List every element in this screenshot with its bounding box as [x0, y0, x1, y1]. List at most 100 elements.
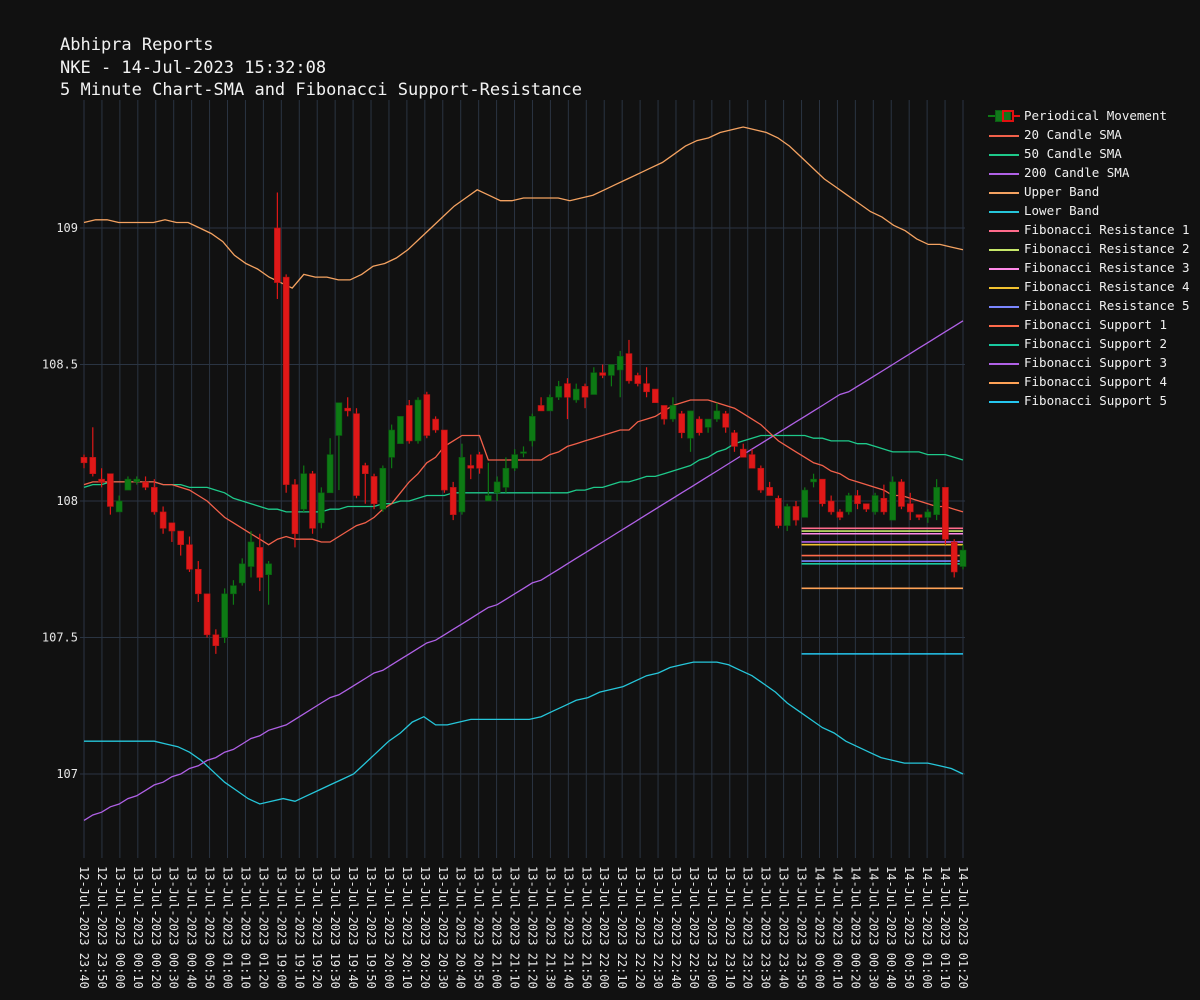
legend-item[interactable]: Fibonacci Support 2 — [988, 334, 1190, 353]
x-tick-label: 14-Jul-2023 01:20 — [956, 866, 970, 989]
candle-body — [98, 478, 105, 483]
candle-body — [669, 405, 677, 420]
candle-body — [906, 503, 914, 513]
line-legend-icon — [988, 147, 1020, 161]
candle-body — [643, 383, 650, 393]
line-legend-icon — [988, 128, 1020, 142]
legend-item[interactable]: Periodical Movement — [988, 106, 1190, 125]
candle-body — [467, 465, 475, 469]
legend-item[interactable]: Fibonacci Support 5 — [988, 391, 1190, 410]
x-tick-label: 13-Jul-2023 22:40 — [669, 866, 683, 989]
x-tick-label: 13-Jul-2023 01:10 — [238, 866, 252, 989]
legend-label: Fibonacci Support 5 — [1024, 393, 1167, 408]
legend-item[interactable]: Fibonacci Resistance 2 — [988, 239, 1190, 258]
legend-item[interactable]: 200 Candle SMA — [988, 163, 1190, 182]
candle-body — [89, 457, 97, 475]
candle-body — [335, 402, 343, 436]
legend-label: Fibonacci Support 4 — [1024, 374, 1167, 389]
line-legend-icon — [988, 261, 1020, 275]
candle-body — [485, 495, 492, 502]
candle-body — [238, 563, 246, 584]
legend-item[interactable]: Lower Band — [988, 201, 1190, 220]
candle-body — [810, 478, 817, 483]
x-tick-label: 13-Jul-2023 19:30 — [328, 866, 342, 989]
candle-body — [871, 495, 879, 513]
candle-body — [291, 484, 299, 535]
x-tick-label: 13-Jul-2023 00:10 — [131, 866, 145, 989]
legend-item[interactable]: 20 Candle SMA — [988, 125, 1190, 144]
x-tick-label: 14-Jul-2023 00:50 — [902, 866, 916, 989]
candle-body — [441, 429, 448, 491]
candle-body — [959, 549, 967, 567]
candle-body — [432, 418, 439, 431]
legend-item[interactable]: Fibonacci Support 1 — [988, 315, 1190, 334]
y-tick-label: 107.5 — [42, 631, 78, 645]
x-tick-label: 13-Jul-2023 00:50 — [203, 866, 217, 989]
grid — [80, 100, 965, 858]
candle-body — [309, 473, 316, 529]
legend-label: 20 Candle SMA — [1024, 127, 1122, 142]
candle-body — [660, 405, 668, 420]
indicator-lines — [83, 126, 964, 821]
lower-band-line — [84, 661, 964, 805]
candle-body — [247, 541, 255, 567]
sma200-line — [83, 320, 964, 821]
legend-item[interactable]: Fibonacci Resistance 4 — [988, 277, 1190, 296]
candle-body — [572, 388, 580, 401]
candle-body — [370, 476, 378, 505]
legend-label: Fibonacci Resistance 1 — [1024, 222, 1190, 237]
candle-body — [397, 416, 404, 444]
candle-body — [476, 454, 483, 469]
candle-body — [177, 530, 184, 545]
candle-body — [942, 487, 949, 540]
candle-body — [221, 593, 228, 638]
candle-body — [546, 396, 554, 412]
x-tick-label: 13-Jul-2023 22:00 — [597, 866, 611, 989]
x-tick-label: 13-Jul-2023 20:30 — [436, 866, 450, 989]
candle-body — [493, 481, 501, 494]
legend-label: Fibonacci Resistance 2 — [1024, 241, 1190, 256]
x-tick-label: 12-Jul-2023 23:40 — [77, 866, 91, 989]
candle-body — [537, 405, 545, 412]
x-tick-label: 13-Jul-2023 22:20 — [633, 866, 647, 989]
candle-body — [282, 276, 290, 485]
line-legend-icon — [988, 166, 1020, 180]
legend-item[interactable]: Fibonacci Resistance 1 — [988, 220, 1190, 239]
candle-body — [590, 372, 598, 395]
y-tick-label: 108 — [56, 494, 78, 508]
candle-body — [634, 375, 642, 384]
x-tick-label: 14-Jul-2023 00:30 — [866, 866, 880, 989]
fibonacci-levels — [801, 527, 963, 655]
candle-body — [854, 495, 861, 505]
x-tick-label: 13-Jul-2023 19:50 — [364, 866, 378, 989]
x-tick-label: 14-Jul-2023 00:20 — [848, 866, 862, 989]
legend-item[interactable]: Fibonacci Support 3 — [988, 353, 1190, 372]
legend-label: Fibonacci Resistance 5 — [1024, 298, 1190, 313]
candle-body — [405, 405, 413, 442]
legend-label: 200 Candle SMA — [1024, 165, 1130, 180]
legend-item[interactable]: 50 Candle SMA — [988, 144, 1190, 163]
legend-item[interactable]: Upper Band — [988, 182, 1190, 201]
candle-body — [300, 473, 308, 510]
legend-label: Fibonacci Resistance 4 — [1024, 279, 1190, 294]
y-tick-label: 108.5 — [42, 358, 78, 372]
candle-body — [775, 497, 782, 526]
candle-body — [133, 478, 141, 483]
x-tick-label: 13-Jul-2023 21:30 — [543, 866, 557, 989]
candle-body — [564, 383, 571, 398]
legend-item[interactable]: Fibonacci Resistance 5 — [988, 296, 1190, 315]
line-legend-icon — [988, 223, 1020, 237]
y-tick-label: 107 — [56, 767, 78, 781]
candle-body — [678, 413, 686, 434]
x-tick-label: 13-Jul-2023 23:00 — [705, 866, 719, 989]
x-tick-label: 14-Jul-2023 00:00 — [812, 866, 826, 989]
candle-body — [898, 481, 905, 507]
candle-body — [889, 481, 896, 521]
candle-body — [326, 454, 334, 494]
line-legend-icon — [988, 375, 1020, 389]
legend-label: 50 Candle SMA — [1024, 146, 1122, 161]
candle-body — [194, 568, 202, 595]
legend-item[interactable]: Fibonacci Resistance 3 — [988, 258, 1190, 277]
legend: Periodical Movement 20 Candle SMA 50 Candl… — [988, 106, 1190, 410]
legend-item[interactable]: Fibonacci Support 4 — [988, 372, 1190, 391]
